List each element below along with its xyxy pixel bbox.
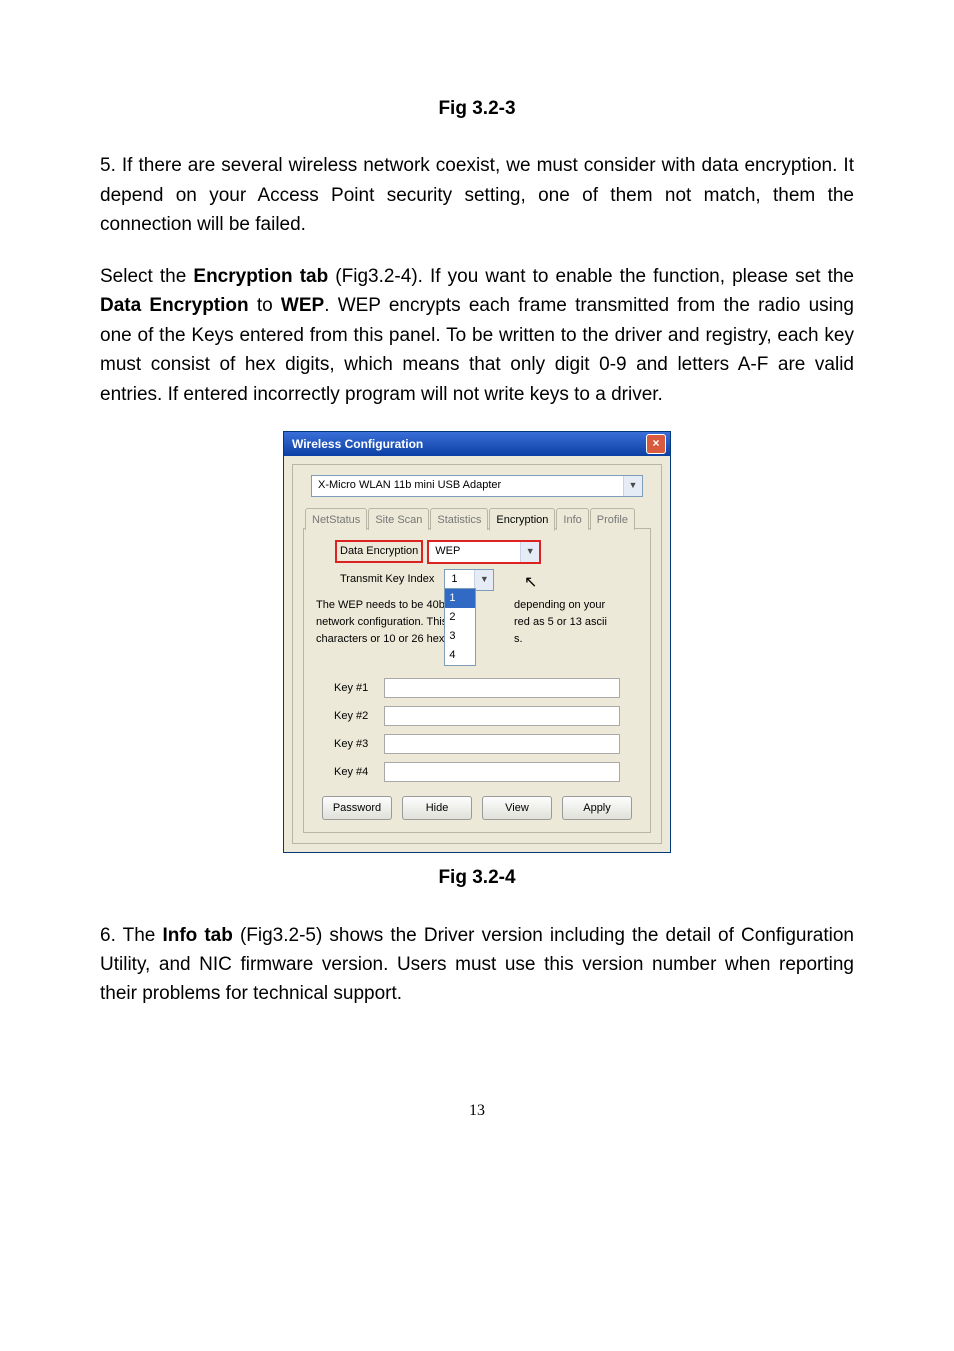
page-number: 13 bbox=[100, 1099, 854, 1124]
encryption-panel: Data Encryption WEP ▼ Transmit Key Index… bbox=[303, 528, 651, 833]
encryption-tab-bold: Encryption tab bbox=[193, 266, 328, 287]
key1-input[interactable] bbox=[384, 678, 620, 698]
text: red as 5 or 13 ascii bbox=[514, 614, 634, 631]
dialog-titlebar: Wireless Configuration × bbox=[284, 432, 670, 456]
key2-input[interactable] bbox=[384, 706, 620, 726]
key3-label: Key #3 bbox=[334, 736, 384, 753]
dropdown-option-2[interactable]: 2 bbox=[445, 608, 475, 627]
wireless-configuration-dialog: Wireless Configuration × X-Micro WLAN 11… bbox=[283, 431, 671, 853]
transmit-key-index-label: Transmit Key Index bbox=[336, 569, 438, 590]
close-button[interactable]: × bbox=[646, 434, 666, 454]
dialog-title: Wireless Configuration bbox=[292, 435, 423, 454]
apply-button[interactable]: Apply bbox=[562, 796, 632, 820]
password-button[interactable]: Password bbox=[322, 796, 392, 820]
tab-profile[interactable]: Profile bbox=[590, 508, 635, 530]
key2-label: Key #2 bbox=[334, 708, 384, 725]
text: depending on your bbox=[514, 597, 634, 614]
key4-label: Key #4 bbox=[334, 764, 384, 781]
text: s. bbox=[514, 631, 634, 648]
paragraph-select-encryption: Select the Encryption tab (Fig3.2-4). If… bbox=[100, 262, 854, 409]
hide-button[interactable]: Hide bbox=[402, 796, 472, 820]
wep-bold: WEP bbox=[281, 295, 324, 316]
data-encryption-combobox[interactable]: WEP ▼ bbox=[428, 541, 540, 563]
data-encryption-value: WEP bbox=[429, 542, 520, 562]
adapter-combobox[interactable]: X-Micro WLAN 11b mini USB Adapter ▼ bbox=[311, 475, 643, 497]
text: Select the bbox=[100, 266, 193, 287]
figure-caption-3-2-3: Fig 3.2-3 bbox=[100, 94, 854, 123]
key4-input[interactable] bbox=[384, 762, 620, 782]
text: 6. The bbox=[100, 925, 162, 946]
chevron-down-icon: ▼ bbox=[520, 542, 539, 562]
tab-strip: NetStatus Site Scan Statistics Encryptio… bbox=[305, 507, 653, 528]
paragraph-6: 6. The Info tab (Fig3.2-5) shows the Dri… bbox=[100, 921, 854, 1009]
tab-info[interactable]: Info bbox=[556, 508, 588, 530]
dropdown-option-1[interactable]: 1 bbox=[445, 589, 475, 608]
key3-input[interactable] bbox=[384, 734, 620, 754]
tab-statistics[interactable]: Statistics bbox=[430, 508, 488, 530]
paragraph-5: 5. If there are several wireless network… bbox=[100, 151, 854, 239]
cursor-icon: ↖ bbox=[524, 571, 537, 596]
tab-sitescan[interactable]: Site Scan bbox=[368, 508, 429, 530]
chevron-down-icon: ▼ bbox=[474, 570, 493, 590]
data-encryption-bold: Data Encryption bbox=[100, 295, 249, 316]
key1-label: Key #1 bbox=[334, 680, 384, 697]
chevron-down-icon: ▼ bbox=[623, 476, 642, 496]
adapter-combobox-value: X-Micro WLAN 11b mini USB Adapter bbox=[312, 476, 623, 496]
tab-netstatus[interactable]: NetStatus bbox=[305, 508, 367, 530]
info-tab-bold: Info tab bbox=[162, 925, 232, 946]
transmit-key-index-value: 1 bbox=[445, 570, 474, 590]
text: (Fig3.2-4). If you want to enable the fu… bbox=[328, 266, 854, 287]
figure-caption-3-2-4: Fig 3.2-4 bbox=[100, 863, 854, 892]
dropdown-option-4[interactable]: 4 bbox=[445, 646, 475, 665]
text: to bbox=[249, 295, 281, 316]
dropdown-option-3[interactable]: 3 bbox=[445, 627, 475, 646]
transmit-key-index-dropdown[interactable]: 1 2 3 4 bbox=[444, 588, 476, 666]
wep-note-text: The WEP needs to be 40bits network confi… bbox=[316, 597, 640, 648]
view-button[interactable]: View bbox=[482, 796, 552, 820]
data-encryption-label: Data Encryption bbox=[336, 541, 422, 562]
tab-encryption[interactable]: Encryption bbox=[489, 508, 555, 531]
